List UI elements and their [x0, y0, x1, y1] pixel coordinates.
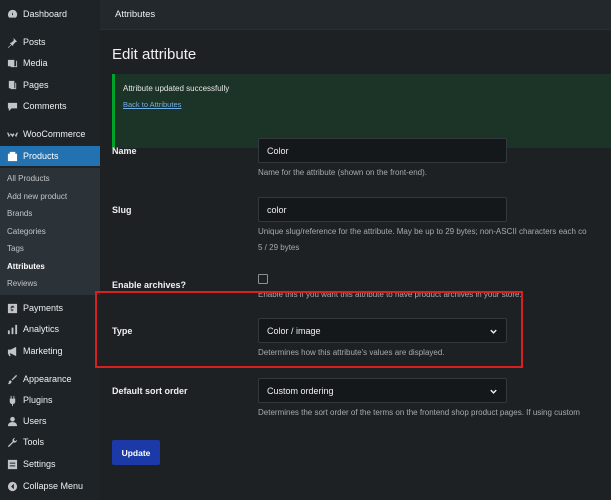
name-input[interactable] — [258, 138, 507, 163]
sidebar-item-label: Media — [23, 58, 48, 68]
sidebar-item-label: Products — [23, 151, 59, 161]
plug-icon — [6, 394, 18, 406]
sort-order-select[interactable]: Custom ordering — [258, 378, 507, 403]
chevron-down-icon — [489, 327, 498, 336]
slug-label: Slug — [112, 205, 132, 215]
sidebar-collapse-menu[interactable]: Collapse Menu — [0, 476, 100, 496]
success-notice: Attribute updated successfully Back to A… — [112, 74, 611, 148]
pages-icon — [6, 79, 18, 91]
sidebar-item-label: Tools — [23, 437, 45, 447]
dashboard-icon — [6, 8, 18, 20]
sidebar-item-users[interactable]: Users — [0, 411, 100, 431]
sidebar-item-marketing[interactable]: Marketing — [0, 341, 100, 361]
sidebar-item-label: Plugins — [23, 395, 53, 405]
sidebar-item-woocommerce[interactable]: WooCommerce — [0, 124, 100, 144]
submenu-categories[interactable]: Categories — [7, 225, 46, 239]
sidebar-item-dashboard[interactable]: Dashboard — [0, 4, 100, 24]
sort-order-label: Default sort order — [112, 386, 188, 396]
submenu-attributes[interactable]: Attributes — [7, 260, 45, 274]
sidebar-item-label: Settings — [23, 459, 56, 469]
sidebar-item-products[interactable]: Products — [0, 146, 100, 166]
enable-archives-help: Enable this if you want this attribute t… — [258, 290, 522, 299]
submenu-add-new-product[interactable]: Add new product — [7, 190, 67, 204]
type-help: Determines how this attribute's values a… — [258, 348, 445, 357]
user-icon — [6, 415, 18, 427]
submenu-tags[interactable]: Tags — [7, 242, 24, 256]
name-help: Name for the attribute (shown on the fro… — [258, 168, 427, 177]
pin-icon — [6, 36, 18, 48]
sidebar-item-label: Appearance — [23, 374, 72, 384]
enable-archives-label: Enable archives? — [112, 280, 187, 290]
sidebar-item-label: Collapse Menu — [23, 481, 84, 491]
name-label: Name — [112, 146, 137, 156]
products-submenu: All Products Add new product Brands Cate… — [0, 168, 100, 295]
sort-order-select-value: Custom ordering — [267, 385, 334, 396]
slug-byte-count: 5 / 29 bytes — [258, 243, 300, 252]
back-to-attributes-link[interactable]: Back to Attributes — [123, 100, 181, 109]
sidebar-item-label: WooCommerce — [23, 129, 86, 139]
collapse-icon — [6, 480, 18, 492]
sidebar-item-label: Dashboard — [23, 9, 68, 19]
sidebar-item-label: Payments — [23, 303, 64, 313]
notice-message: Attribute updated successfully — [123, 84, 230, 93]
sidebar-item-pages[interactable]: Pages — [0, 75, 100, 95]
products-icon — [6, 150, 18, 162]
page-title: Edit attribute — [112, 46, 197, 63]
enable-archives-checkbox[interactable] — [258, 274, 268, 284]
sidebar-item-settings[interactable]: Settings — [0, 454, 100, 474]
settings-icon — [6, 458, 18, 470]
sidebar-item-comments[interactable]: Comments — [0, 96, 100, 116]
analytics-icon — [6, 323, 18, 335]
sidebar-item-appearance[interactable]: Appearance — [0, 369, 100, 389]
sidebar-item-plugins[interactable]: Plugins — [0, 390, 100, 410]
sidebar-item-tools[interactable]: Tools — [0, 432, 100, 452]
submenu-brands[interactable]: Brands — [7, 207, 32, 221]
brush-icon — [6, 373, 18, 385]
update-button[interactable]: Update — [112, 440, 160, 465]
sidebar-item-label: Analytics — [23, 324, 60, 334]
sidebar-item-posts[interactable]: Posts — [0, 32, 100, 52]
header-title: Attributes — [115, 9, 156, 20]
sidebar-item-label: Users — [23, 416, 47, 426]
sidebar-item-payments[interactable]: Payments — [0, 298, 100, 318]
woocommerce-icon — [6, 128, 18, 140]
sidebar-item-label: Pages — [23, 80, 49, 90]
sort-order-help: Determines the sort order of the terms o… — [258, 408, 580, 417]
sidebar-item-label: Comments — [23, 101, 67, 111]
payments-icon — [6, 302, 18, 314]
sidebar-item-label: Marketing — [23, 346, 63, 356]
type-label: Type — [112, 326, 133, 336]
page-header: Attributes — [100, 0, 611, 30]
type-select-value: Color / image — [267, 325, 321, 336]
type-select[interactable]: Color / image — [258, 318, 507, 343]
media-icon — [6, 57, 18, 69]
submenu-all-products[interactable]: All Products — [7, 172, 50, 186]
submenu-reviews[interactable]: Reviews — [7, 277, 37, 291]
comment-icon — [6, 100, 18, 112]
sidebar-item-analytics[interactable]: Analytics — [0, 319, 100, 339]
chevron-down-icon — [489, 387, 498, 396]
main-content: Edit attribute Attribute updated success… — [100, 30, 611, 500]
slug-help: Unique slug/reference for the attribute.… — [258, 227, 587, 236]
megaphone-icon — [6, 345, 18, 357]
sidebar-item-label: Posts — [23, 37, 46, 47]
wrench-icon — [6, 436, 18, 448]
sidebar-item-media[interactable]: Media — [0, 53, 100, 73]
slug-input[interactable] — [258, 197, 507, 222]
admin-sidebar: Dashboard Posts Media Pages Comments Woo… — [0, 0, 100, 500]
